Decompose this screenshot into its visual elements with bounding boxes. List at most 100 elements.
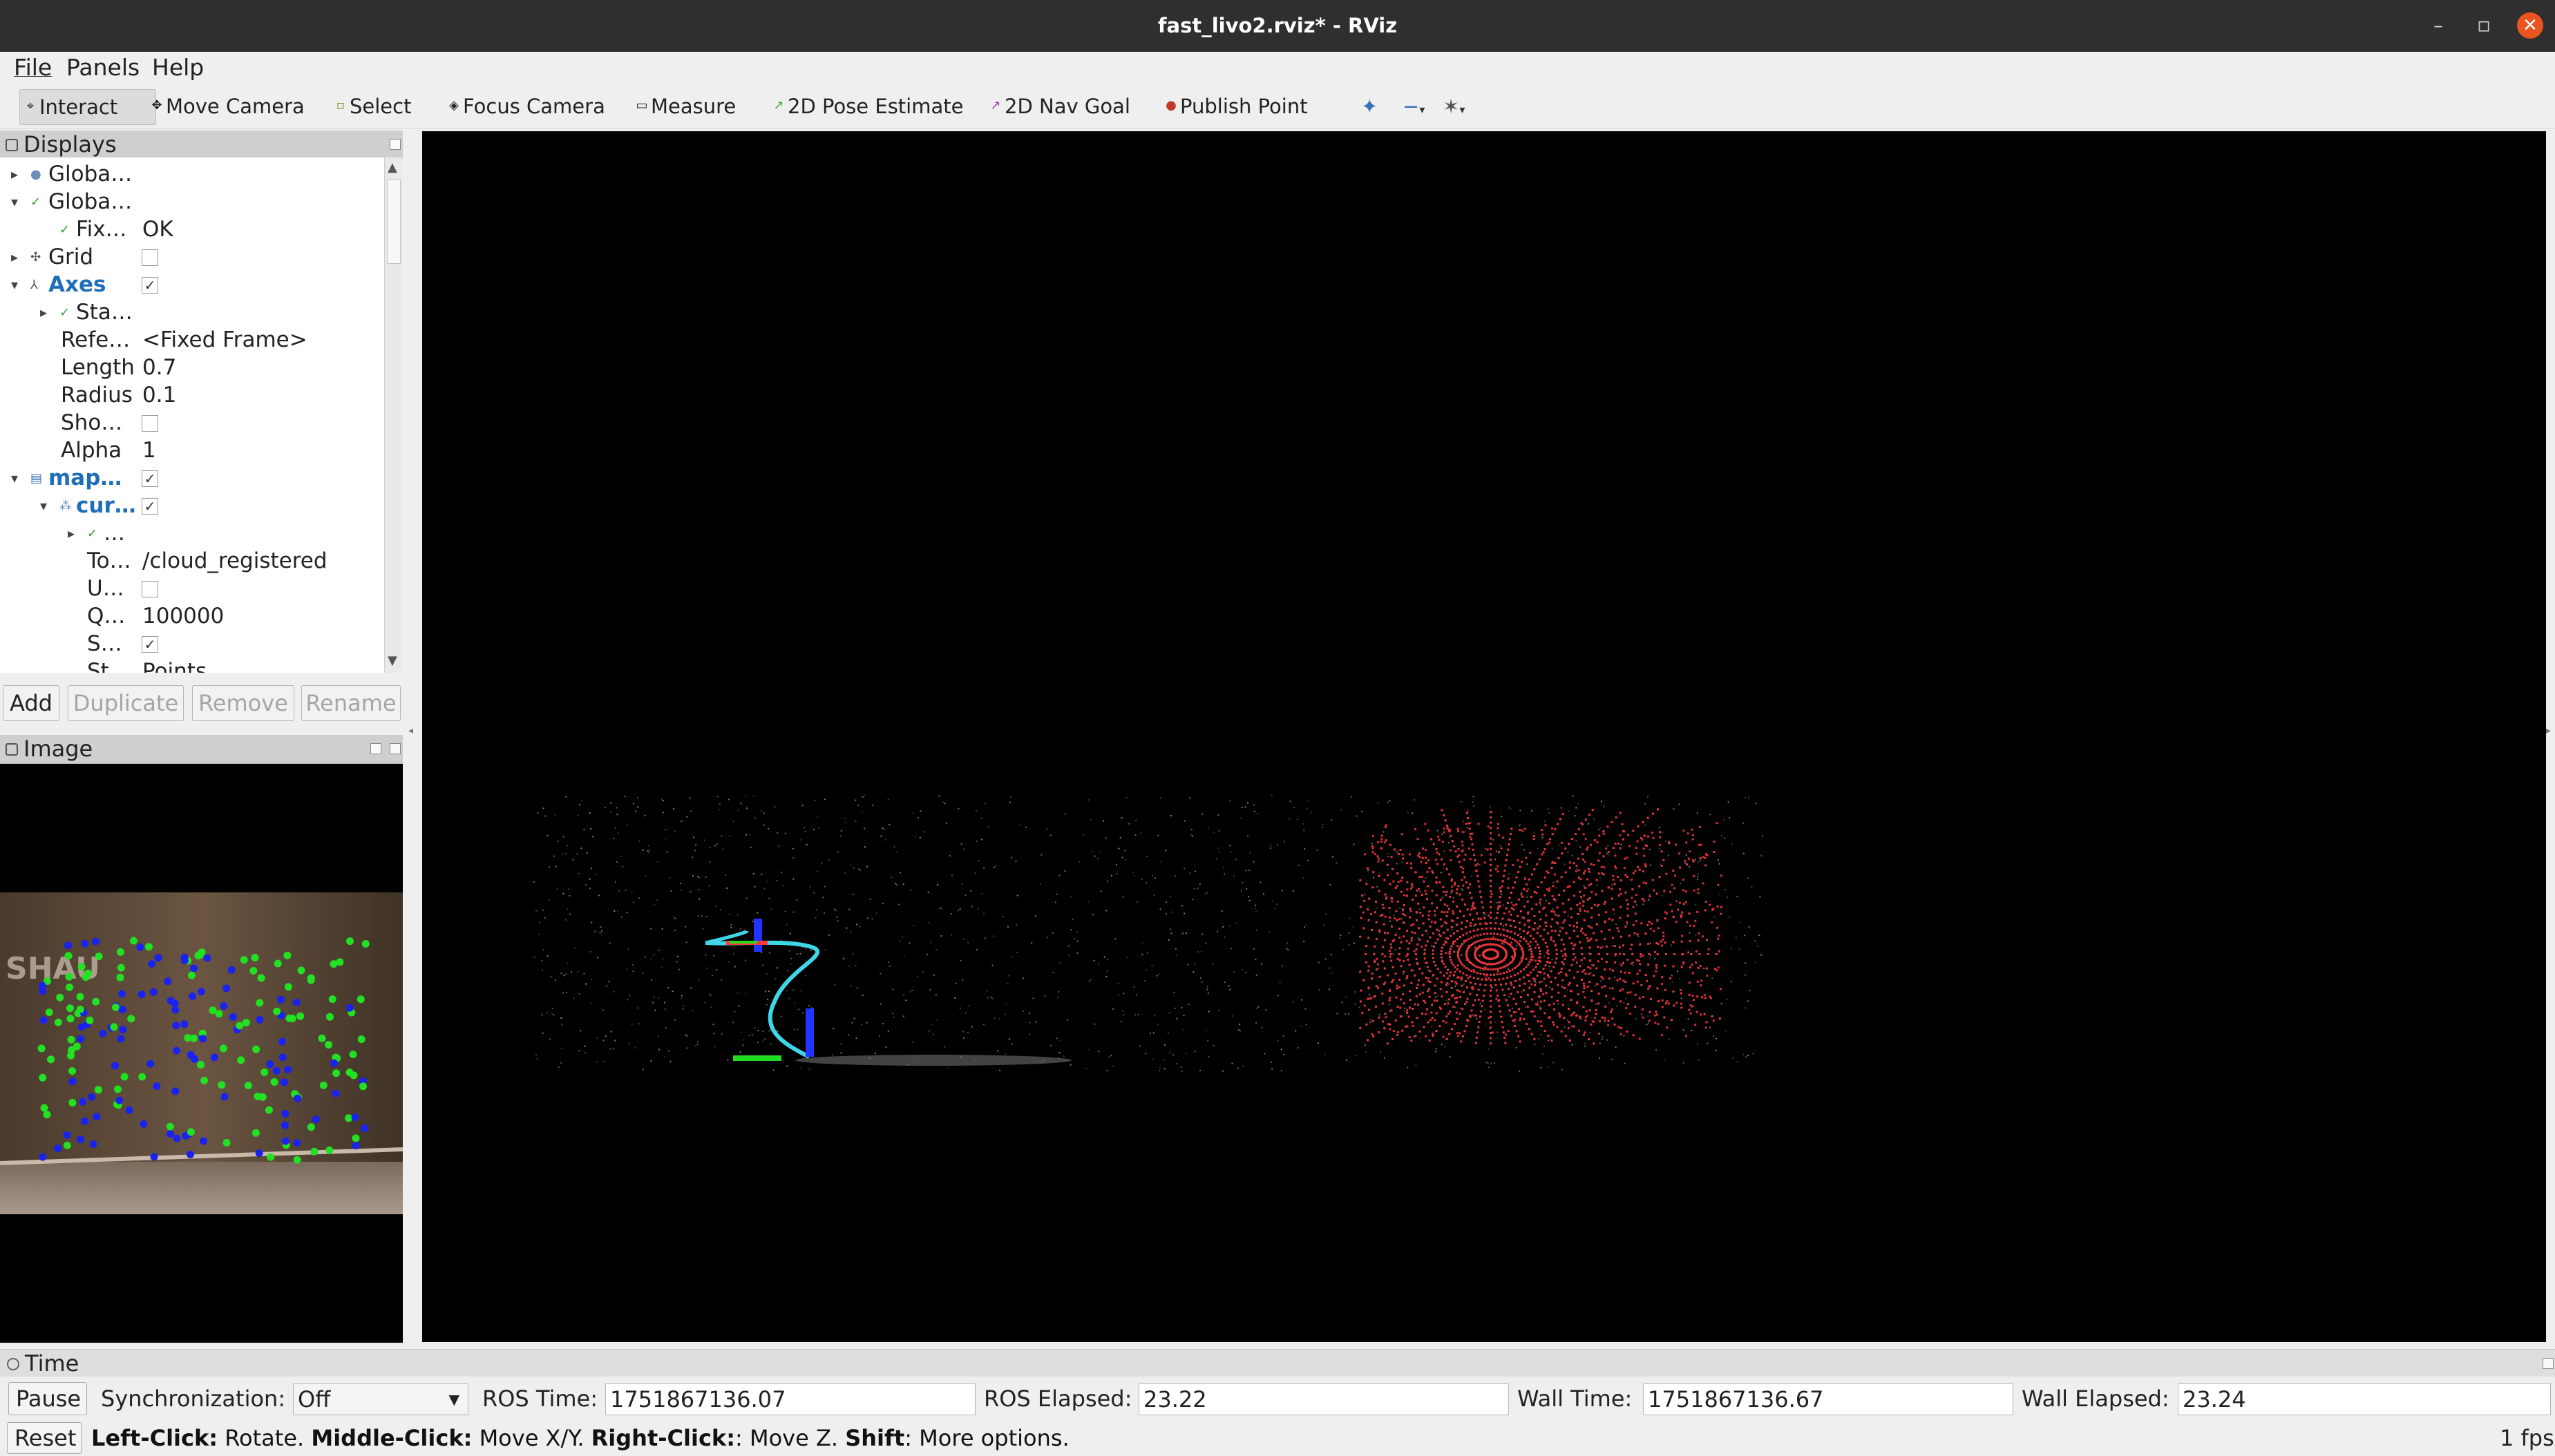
tool-move-camera[interactable]: ✥ Move Camera	[146, 89, 309, 124]
tree-row-radius[interactable]: Radius 0.1	[0, 381, 384, 409]
time-controls: Pause Synchronization: Off ▼ ROS Time: 1…	[0, 1377, 2555, 1421]
tree-row-current-cloud[interactable]: ▾ ⁂ cur… ✓	[0, 492, 384, 519]
menu-help[interactable]: Help	[152, 52, 204, 84]
options-icon: ●	[30, 167, 41, 182]
tree-row-fixed-frame[interactable]: ✓ Fix… OK	[0, 215, 384, 243]
measure-icon: ▭	[636, 98, 648, 113]
tree-row-show-trail[interactable]: Sho…	[0, 409, 384, 437]
menu-file[interactable]: File	[14, 52, 52, 84]
panel-icon	[6, 743, 18, 756]
title-bar: fast_livo2.rviz* - RViz – ▫ ✕	[0, 0, 2555, 52]
show-trail-checkbox[interactable]	[142, 415, 158, 432]
camera-image-view: SHAU	[0, 764, 403, 1343]
tree-row-reference-frame[interactable]: Refe… <Fixed Frame>	[0, 326, 384, 354]
tool-measure[interactable]: ▭ Measure	[631, 89, 740, 124]
tree-row-axes-status[interactable]: ▸ ✓ Sta…	[0, 298, 384, 326]
tree-row-axes[interactable]: ▾ ⅄ Axes ✓	[0, 271, 384, 298]
displays-scrollbar[interactable]: ▲ ▼	[384, 157, 402, 673]
camera-image: SHAU	[0, 892, 403, 1214]
restore-icon[interactable]: ▫	[2471, 12, 2497, 39]
menu-panels[interactable]: Panels	[66, 52, 140, 84]
remove-tool-icon[interactable]: −▾	[1398, 89, 1429, 124]
cursor-icon: ⌖	[26, 99, 35, 113]
axes-enable-checkbox[interactable]: ✓	[142, 277, 158, 294]
selectable-checkbox[interactable]: ✓	[142, 636, 158, 653]
expand-arrow-icon[interactable]: ▸	[11, 166, 18, 182]
collapse-arrow-icon[interactable]: ▾	[11, 470, 18, 486]
remove-display-button[interactable]: Remove	[192, 685, 294, 721]
tool-select[interactable]: ▫ Select	[330, 89, 415, 124]
status-bar: Reset Left-Click: Rotate. Middle-Click: …	[0, 1421, 2555, 1456]
tree-row-style[interactable]: St… Points	[0, 658, 384, 673]
tree-row-alpha[interactable]: Alpha 1	[0, 437, 384, 464]
tree-row-grid[interactable]: ▸ ✣ Grid	[0, 243, 384, 271]
rename-display-button[interactable]: Rename	[301, 685, 401, 721]
scroll-up-icon[interactable]: ▲	[388, 160, 397, 175]
pointcloud-icon: ⁂	[59, 499, 72, 513]
sync-select[interactable]: Off ▼	[293, 1383, 468, 1415]
collapse-arrow-icon[interactable]: ▾	[11, 193, 18, 210]
tool-interact[interactable]: ⌖ Interact	[19, 89, 156, 125]
unreliable-checkbox[interactable]	[142, 581, 158, 597]
mapping-enable-checkbox[interactable]: ✓	[142, 470, 158, 487]
tool-2d-nav-goal[interactable]: ↗ 2D Nav Goal	[985, 89, 1134, 124]
wall-time-field[interactable]: 1751867136.67	[1643, 1383, 2013, 1415]
left-splitter[interactable]: ◂	[403, 131, 422, 1342]
cloud-enable-checkbox[interactable]: ✓	[142, 498, 158, 515]
tree-row-cloud-status[interactable]: ▸ ✓ …	[0, 519, 384, 547]
tree-row-selectable[interactable]: S… ✓	[0, 630, 384, 658]
tree-row-global-status[interactable]: ▾ ✓ Globa…	[0, 188, 384, 215]
collapse-arrow-icon[interactable]: ▾	[40, 497, 47, 514]
collapse-arrow-icon[interactable]: ▾	[11, 276, 18, 293]
ros-time-field[interactable]: 1751867136.07	[605, 1383, 976, 1415]
add-tool-icon[interactable]: ✦	[1357, 89, 1382, 124]
render-3d-view[interactable]	[422, 131, 2546, 1342]
chevron-down-icon: ▼	[448, 1391, 459, 1408]
publish-point-icon: ●	[1166, 98, 1177, 113]
panel-float-icon[interactable]	[370, 743, 381, 754]
tool-2d-pose-estimate[interactable]: ↗ 2D Pose Estimate	[768, 89, 967, 124]
expand-arrow-icon[interactable]: ▸	[11, 249, 18, 265]
wall-elapsed-label: Wall Elapsed:	[2022, 1386, 2169, 1412]
tree-row-topic[interactable]: To… /cloud_registered	[0, 547, 384, 575]
tree-row-global-options[interactable]: ▸ ● Globa…	[0, 160, 384, 188]
close-icon[interactable]: ✕	[2517, 12, 2543, 39]
wall-elapsed-field[interactable]: 23.24	[2178, 1383, 2551, 1415]
time-panel-title: Time	[25, 1350, 79, 1377]
ros-elapsed-field[interactable]: 23.22	[1139, 1383, 1509, 1415]
grid-enable-checkbox[interactable]	[142, 249, 158, 266]
tree-row-queue-size[interactable]: Q… 100000	[0, 602, 384, 630]
tool-properties-icon[interactable]: ✶▾	[1438, 89, 1469, 124]
status-ok-icon: ✓	[59, 305, 70, 320]
tree-row-unreliable[interactable]: U…	[0, 575, 384, 602]
displays-title: Displays	[23, 131, 117, 157]
pointcloud-scene	[533, 794, 1763, 1072]
fps-counter: 1 fps	[2500, 1425, 2554, 1451]
displays-tree[interactable]: ▸ ● Globa… ▾ ✓ Globa… ✓ Fix… OK ▸ ✣ Grid…	[0, 157, 384, 673]
status-ok-icon: ✓	[59, 222, 70, 237]
tool-focus-camera[interactable]: ◈ Focus Camera	[444, 89, 609, 124]
ros-time-label: ROS Time:	[482, 1386, 598, 1412]
panel-close-icon[interactable]	[390, 139, 401, 150]
scrollbar-thumb[interactable]	[387, 180, 401, 264]
duplicate-display-button[interactable]: Duplicate	[68, 685, 184, 721]
collapse-right-icon[interactable]: ▸	[2546, 725, 2551, 736]
panel-close-icon[interactable]	[390, 743, 401, 754]
add-display-button[interactable]: Add	[3, 685, 59, 721]
reset-button[interactable]: Reset	[7, 1422, 82, 1454]
collapse-left-icon[interactable]: ◂	[408, 725, 413, 736]
move-camera-icon: ✥	[151, 98, 162, 113]
minimize-icon[interactable]: –	[2425, 12, 2451, 39]
tree-row-length[interactable]: Length 0.7	[0, 354, 384, 381]
panel-close-icon[interactable]	[2543, 1358, 2554, 1369]
ros-elapsed-label: ROS Elapsed:	[984, 1386, 1132, 1412]
tree-row-mapping-group[interactable]: ▾ ▤ map… ✓	[0, 464, 384, 492]
right-splitter[interactable]: ▸	[2546, 131, 2555, 1342]
tool-publish-point[interactable]: ● Publish Point	[1161, 89, 1312, 124]
expand-arrow-icon[interactable]: ▸	[40, 304, 47, 320]
panel-icon	[6, 139, 18, 151]
scroll-down-icon[interactable]: ▼	[388, 653, 397, 668]
pose-estimate-icon: ↗	[773, 98, 784, 113]
pause-button[interactable]: Pause	[8, 1382, 87, 1415]
expand-arrow-icon[interactable]: ▸	[68, 525, 75, 542]
